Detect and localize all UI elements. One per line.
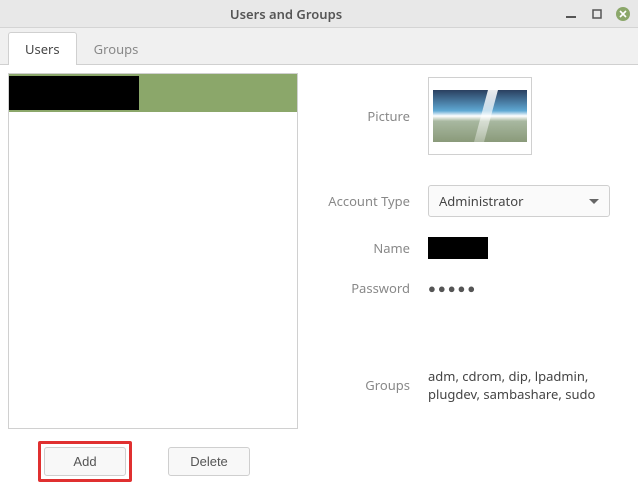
password-value[interactable]: ●●●●● — [428, 279, 477, 297]
close-icon[interactable] — [616, 7, 630, 21]
content: Add Delete Picture Account Type — [0, 65, 638, 502]
name-label: Name — [318, 239, 428, 257]
user-row-selected[interactable] — [9, 74, 297, 112]
left-panel: Add Delete — [8, 73, 298, 494]
tab-groups[interactable]: Groups — [77, 32, 156, 65]
field-groups: Groups adm, cdrom, dip, lpadmin, plugdev… — [318, 367, 610, 403]
delete-button[interactable]: Delete — [168, 447, 250, 476]
user-list[interactable] — [8, 73, 298, 429]
name-value[interactable] — [428, 237, 488, 259]
account-type-select[interactable]: Administrator — [428, 185, 610, 217]
delete-button-wrap: Delete — [162, 441, 256, 482]
list-buttons: Add Delete — [8, 429, 298, 494]
add-button-highlight: Add — [38, 441, 132, 482]
tab-bar: Users Groups — [0, 28, 638, 65]
field-account-type: Account Type Administrator — [318, 185, 610, 217]
account-type-value: Administrator — [439, 192, 523, 210]
window-controls — [564, 7, 630, 21]
account-type-label: Account Type — [318, 192, 428, 210]
tab-users[interactable]: Users — [8, 32, 77, 65]
minimize-icon[interactable] — [564, 7, 578, 21]
add-button[interactable]: Add — [44, 447, 126, 476]
maximize-icon[interactable] — [590, 7, 604, 21]
field-password: Password ●●●●● — [318, 279, 610, 297]
details-panel: Picture Account Type Administrator Name — [298, 73, 630, 494]
field-name: Name — [318, 237, 610, 259]
picture-label: Picture — [318, 107, 428, 125]
titlebar: Users and Groups — [0, 0, 638, 28]
window-body: Users Groups Add Delete Picture — [0, 28, 638, 500]
user-row-avatar — [9, 76, 139, 110]
picture-chooser[interactable] — [428, 77, 532, 155]
password-label: Password — [318, 279, 428, 297]
groups-label: Groups — [318, 376, 428, 394]
window-title: Users and Groups — [8, 5, 564, 23]
avatar-image — [433, 90, 527, 142]
field-picture: Picture — [318, 77, 610, 155]
chevron-down-icon — [589, 199, 599, 204]
user-form: Picture Account Type Administrator Name — [318, 73, 610, 423]
groups-value[interactable]: adm, cdrom, dip, lpadmin, plugdev, samba… — [428, 367, 608, 403]
